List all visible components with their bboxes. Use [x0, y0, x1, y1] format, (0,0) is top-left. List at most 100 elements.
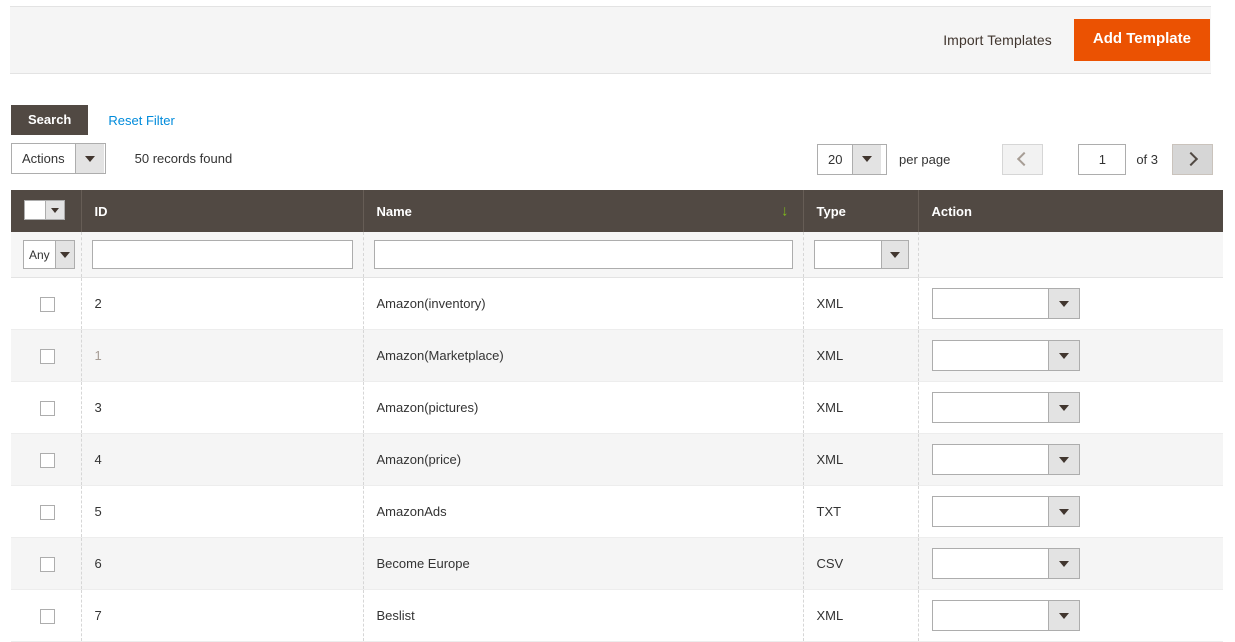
row-action-select[interactable] [931, 340, 1080, 371]
cell-name: Amazon(pictures) [363, 381, 804, 434]
chevron-down-icon [1047, 601, 1079, 630]
row-action-select[interactable] [931, 600, 1080, 631]
header-label-type: Type [816, 203, 846, 219]
cell-action [918, 485, 1223, 538]
row-action-select-value [933, 289, 1048, 318]
table-row[interactable]: 6 Become Europe CSV [11, 537, 1223, 590]
filter-cell-check: Any [11, 232, 82, 278]
filter-select-check-value: Any [29, 247, 50, 262]
chevron-down-icon [1047, 445, 1079, 474]
select-all-dropdown[interactable] [24, 200, 65, 220]
cell-type: XML [803, 381, 919, 434]
import-templates-button[interactable]: Import Templates [939, 26, 1056, 54]
table-row[interactable]: 3 Amazon(pictures) XML [11, 381, 1223, 434]
filter-input-name[interactable] [373, 240, 793, 269]
row-action-select[interactable] [931, 496, 1080, 527]
row-checkbox[interactable] [39, 452, 55, 468]
chevron-down-icon [1047, 341, 1079, 370]
filter-cell-type [803, 232, 919, 278]
cell-action [918, 277, 1223, 330]
filter-cell-name [363, 232, 804, 278]
massaction-select[interactable]: Actions [11, 143, 106, 174]
cell-name: Amazon(price) [363, 433, 804, 486]
search-button[interactable]: Search [11, 104, 89, 136]
chevron-down-icon [45, 201, 64, 219]
cell-name: Become Europe [363, 537, 804, 590]
filter-input-id[interactable] [91, 240, 353, 269]
pager-previous-button[interactable] [1002, 143, 1044, 175]
cell-action [918, 589, 1223, 642]
table-row[interactable]: 7 Beslist XML [11, 589, 1223, 642]
add-template-button[interactable]: Add Template [1073, 19, 1210, 61]
cell-type: XML [803, 277, 919, 330]
chevron-down-icon [1047, 289, 1079, 318]
row-checkbox[interactable] [39, 556, 55, 572]
grid-header-row: ID Name ↓ Type Action [11, 190, 1223, 232]
page-actions-toolbar: Import Templates Add Template [10, 6, 1211, 74]
grid-search-row: Search Reset Filter [11, 104, 1224, 136]
cell-id: 3 [81, 381, 364, 434]
grid-massaction-row: Actions 50 records found 20 per page of … [11, 143, 1224, 175]
row-action-select-value [933, 497, 1048, 526]
row-select-cell [11, 537, 82, 590]
row-checkbox[interactable] [39, 400, 55, 416]
cell-type: XML [803, 589, 919, 642]
table-row[interactable]: 4 Amazon(price) XML [11, 433, 1223, 486]
records-found-label: 50 records found [134, 151, 233, 166]
pager-next-button[interactable] [1172, 143, 1213, 175]
header-column-type[interactable]: Type [803, 190, 919, 232]
header-select-all[interactable] [11, 190, 82, 232]
header-label-id: ID [94, 203, 108, 219]
row-select-cell [11, 381, 82, 434]
table-row[interactable]: 1 Amazon(Marketplace) XML [11, 329, 1223, 382]
row-action-select-value [933, 601, 1048, 630]
row-checkbox[interactable] [39, 348, 55, 364]
reset-filter-link[interactable]: Reset Filter [108, 113, 174, 128]
cell-id: 7 [81, 589, 364, 642]
cell-name: Amazon(inventory) [363, 277, 804, 330]
table-row[interactable]: 2 Amazon(inventory) XML [11, 277, 1223, 330]
row-action-select-value [933, 549, 1048, 578]
cell-action [918, 433, 1223, 486]
chevron-right-icon [1183, 151, 1199, 167]
page-actions-group: Import Templates Add Template [939, 7, 1210, 73]
filter-select-check[interactable]: Any [23, 240, 75, 269]
row-action-select[interactable] [931, 392, 1080, 423]
row-checkbox[interactable] [39, 608, 55, 624]
row-action-select-value [933, 445, 1048, 474]
chevron-down-icon [1047, 549, 1079, 578]
cell-type: CSV [803, 537, 919, 590]
pager: 20 per page of 3 [816, 143, 1213, 175]
filter-select-type-value [815, 241, 881, 268]
chevron-down-icon [1047, 393, 1079, 422]
cell-name: AmazonAds [363, 485, 804, 538]
header-column-name[interactable]: Name ↓ [363, 190, 804, 232]
cell-action [918, 329, 1223, 382]
per-page-select[interactable]: 20 [816, 143, 887, 175]
row-checkbox[interactable] [39, 504, 55, 520]
cell-action [918, 381, 1223, 434]
chevron-left-icon [1017, 151, 1032, 167]
cell-type: TXT [803, 485, 919, 538]
row-select-cell [11, 277, 82, 330]
cell-action [918, 537, 1223, 590]
per-page-label: per page [898, 151, 951, 167]
filter-select-type[interactable] [813, 240, 909, 269]
cell-name: Beslist [363, 589, 804, 642]
table-row[interactable]: 5 AmazonAds TXT [11, 485, 1223, 538]
chevron-down-icon [852, 144, 882, 174]
row-action-select-value [933, 393, 1048, 422]
filter-cell-id [81, 232, 364, 278]
header-column-action[interactable]: Action [918, 190, 1223, 232]
cell-id: 5 [81, 485, 364, 538]
cell-type: XML [803, 433, 919, 486]
pager-page-input[interactable] [1078, 143, 1127, 175]
row-action-select[interactable] [931, 548, 1080, 579]
row-select-cell [11, 433, 82, 486]
row-action-select[interactable] [931, 288, 1080, 319]
row-checkbox[interactable] [39, 296, 55, 312]
filter-cell-action [918, 232, 1223, 278]
cell-type: XML [803, 329, 919, 382]
row-action-select[interactable] [931, 444, 1080, 475]
header-column-id[interactable]: ID [81, 190, 364, 232]
